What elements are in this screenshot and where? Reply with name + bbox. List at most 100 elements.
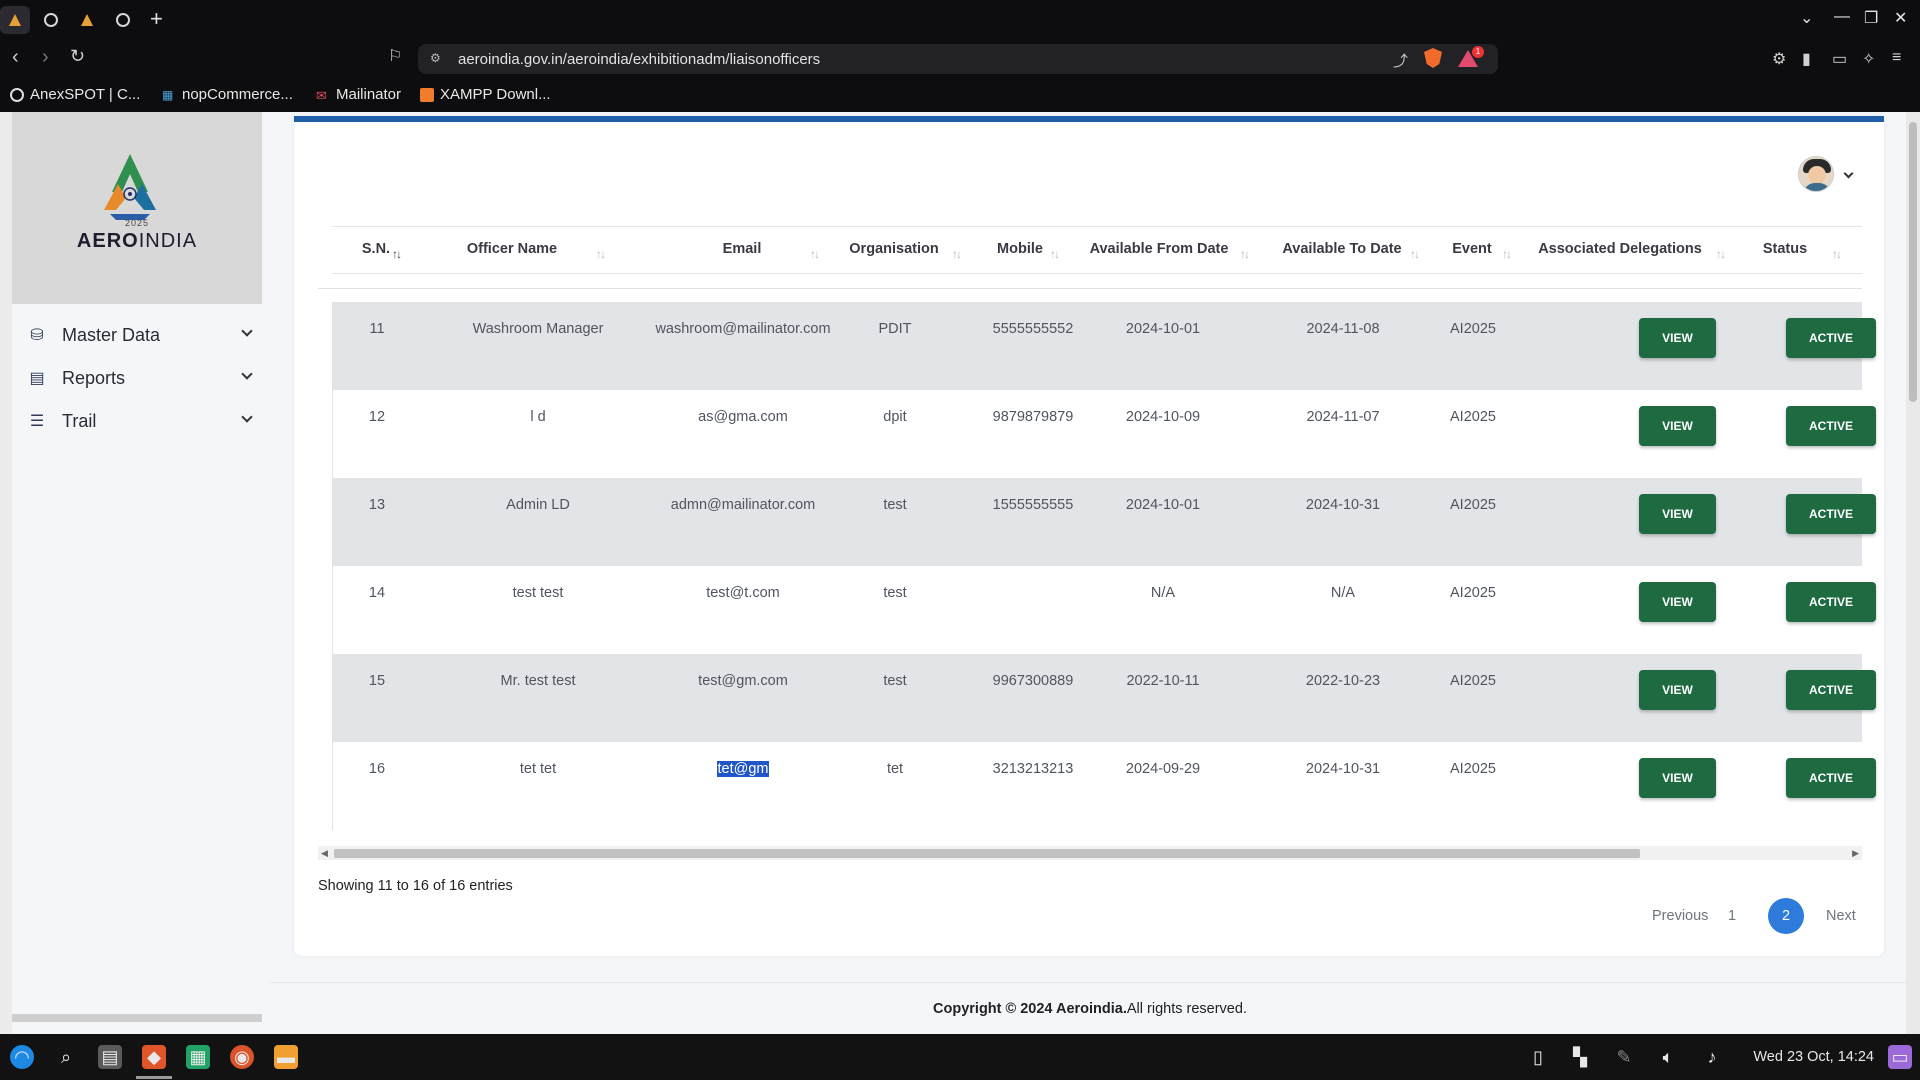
tab-globe-2[interactable]: [108, 6, 138, 34]
view-delegations-button[interactable]: VIEW: [1639, 406, 1716, 446]
battery-icon[interactable]: ▯: [1526, 1045, 1550, 1069]
sort-icon[interactable]: ↑↓: [952, 247, 962, 261]
sidebar-item-reports[interactable]: ▤ Reports: [26, 361, 253, 395]
chrome-icon[interactable]: ◉: [230, 1045, 254, 1069]
column-header-officer-name[interactable]: Officer Name: [442, 241, 582, 257]
scroll-left-arrow-icon[interactable]: ◀: [321, 848, 328, 859]
logo-wordmark: AEROINDIA: [12, 230, 262, 253]
cell-sn: 12: [368, 409, 386, 425]
brave-shields-icon[interactable]: [1424, 48, 1442, 68]
copyright-text: Copyright © 2024 Aeroindia.All rights re…: [270, 1001, 1910, 1017]
horizontal-scrollbar[interactable]: ◀ ▶: [318, 846, 1862, 860]
cell-sn: 11: [369, 321, 385, 337]
launcher-icon[interactable]: ◠: [10, 1045, 34, 1069]
column-header-event[interactable]: Event: [1442, 241, 1502, 257]
view-delegations-button[interactable]: VIEW: [1639, 494, 1716, 534]
column-header-associated-delegations[interactable]: Associated Delegations: [1532, 241, 1708, 257]
pagination-page-2[interactable]: 2: [1768, 898, 1804, 934]
desktop-icon[interactable]: ▭: [1888, 1045, 1912, 1069]
address-bar[interactable]: ⚙ aeroindia.gov.in/aeroindia/exhibitiona…: [418, 44, 1498, 74]
sort-icon[interactable]: ↑↓: [1240, 247, 1250, 261]
bookmark-xampp[interactable]: XAMPP Downl...: [420, 86, 551, 103]
sort-icon[interactable]: ↑↓: [1502, 247, 1512, 261]
clock[interactable]: Wed 23 Oct, 14:24: [1753, 1049, 1874, 1065]
forward-icon[interactable]: ›: [42, 46, 49, 69]
status-active-button[interactable]: ACTIVE: [1786, 494, 1876, 534]
tab-aeroindia[interactable]: [0, 6, 30, 34]
cell-organisation: test: [883, 497, 907, 513]
column-header-mobile[interactable]: Mobile: [980, 241, 1060, 257]
column-header-organisation[interactable]: Organisation: [838, 241, 950, 257]
sort-icon[interactable]: ↑↓: [1832, 247, 1842, 261]
sidebar-item-trail[interactable]: ☰ Trail: [26, 404, 253, 438]
status-active-button[interactable]: ACTIVE: [1786, 758, 1876, 798]
sort-icon[interactable]: ↑↓: [596, 247, 606, 261]
copyright-brand[interactable]: Aeroindia.: [1056, 1001, 1127, 1017]
column-header-sn[interactable]: S.N.: [356, 241, 396, 257]
scroll-right-arrow-icon[interactable]: ▶: [1852, 848, 1859, 859]
view-delegations-button[interactable]: VIEW: [1639, 670, 1716, 710]
bookmark-mailinator[interactable]: ✉ Mailinator: [316, 86, 401, 103]
sidebar-toggle-icon[interactable]: ▮: [1802, 49, 1811, 69]
nopcommerce-icon: ▦: [162, 87, 174, 102]
spreadsheet-icon[interactable]: ▦: [186, 1045, 210, 1069]
brave-browser-icon[interactable]: ◆: [142, 1045, 166, 1069]
leo-ai-icon[interactable]: ✧: [1862, 49, 1875, 69]
bookmark-icon[interactable]: ⚐: [388, 46, 402, 66]
column-header-available-to[interactable]: Available To Date: [1272, 241, 1412, 257]
sidebar-scrollbar[interactable]: [12, 1014, 262, 1022]
sort-icon[interactable]: ↑↓: [1410, 247, 1420, 261]
url-text[interactable]: aeroindia.gov.in/aeroindia/exhibitionadm…: [458, 51, 820, 68]
cell-email: admn@mailinator.com: [670, 497, 816, 513]
view-delegations-button[interactable]: VIEW: [1639, 758, 1716, 798]
status-active-button[interactable]: ACTIVE: [1786, 318, 1876, 358]
pagination-previous[interactable]: Previous: [1652, 908, 1708, 924]
new-tab-plus-icon[interactable]: +: [150, 6, 163, 32]
notification-bell-icon[interactable]: ♪: [1700, 1045, 1724, 1069]
app-grid-icon[interactable]: ▚: [1568, 1045, 1592, 1069]
scrollbar-thumb[interactable]: [334, 849, 1640, 858]
avatar[interactable]: [1798, 156, 1834, 192]
tab-list-chevron-icon[interactable]: ⌄: [1800, 8, 1813, 28]
view-delegations-button[interactable]: VIEW: [1639, 318, 1716, 358]
status-active-button[interactable]: ACTIVE: [1786, 670, 1876, 710]
file-manager-icon[interactable]: ▤: [98, 1045, 122, 1069]
page-vertical-scrollbar[interactable]: [1906, 112, 1920, 1034]
restore-icon[interactable]: ❐: [1864, 8, 1878, 28]
extensions-icon[interactable]: ⚙: [1772, 49, 1786, 69]
share-icon[interactable]: ⤴: [1393, 50, 1408, 71]
menu-icon[interactable]: ≡: [1892, 49, 1901, 67]
back-icon[interactable]: ‹: [12, 46, 19, 69]
pagination-next[interactable]: Next: [1826, 908, 1856, 924]
status-active-button[interactable]: ACTIVE: [1786, 582, 1876, 622]
view-delegations-button[interactable]: VIEW: [1639, 582, 1716, 622]
volume-icon[interactable]: 🔈︎: [1656, 1045, 1680, 1069]
bookmark-anexspot[interactable]: AnexSPOT | C...: [10, 86, 140, 103]
column-header-email[interactable]: Email: [672, 241, 812, 257]
search-icon[interactable]: ⌕: [54, 1045, 78, 1069]
sort-icon[interactable]: ↑↓: [1050, 247, 1060, 261]
column-header-available-from[interactable]: Available From Date: [1084, 241, 1234, 257]
sort-icon[interactable]: ↑↓: [1716, 247, 1726, 261]
column-header-status[interactable]: Status: [1746, 241, 1824, 257]
pen-icon[interactable]: ✎: [1612, 1045, 1636, 1069]
close-window-icon[interactable]: ✕: [1894, 8, 1907, 28]
tab-globe-1[interactable]: [36, 6, 66, 34]
pagination-page-1[interactable]: 1: [1728, 908, 1736, 924]
minimize-icon[interactable]: —: [1834, 8, 1850, 26]
tab-aeroindia-2[interactable]: [72, 6, 102, 34]
sidebar-item-master-data[interactable]: ⛁ Master Data: [26, 318, 253, 352]
sort-asc-icon[interactable]: ↑↓: [392, 247, 402, 261]
cell-officer-name: l d: [530, 409, 546, 425]
folder-icon[interactable]: ▬: [274, 1045, 298, 1069]
site-settings-icon[interactable]: ⚙: [430, 51, 446, 65]
scrollbar-thumb[interactable]: [1909, 122, 1917, 402]
cell-available-to: N/A: [1330, 585, 1356, 601]
bookmark-nopcommerce[interactable]: ▦ nopCommerce...: [162, 86, 293, 103]
status-active-button[interactable]: ACTIVE: [1786, 406, 1876, 446]
user-menu-chevron-icon[interactable]: [1843, 168, 1854, 179]
sort-icon[interactable]: ↑↓: [810, 247, 820, 261]
card-accent-bar: [294, 116, 1884, 122]
wallet-icon[interactable]: ▭: [1832, 49, 1847, 69]
reload-icon[interactable]: ↻: [70, 46, 85, 67]
